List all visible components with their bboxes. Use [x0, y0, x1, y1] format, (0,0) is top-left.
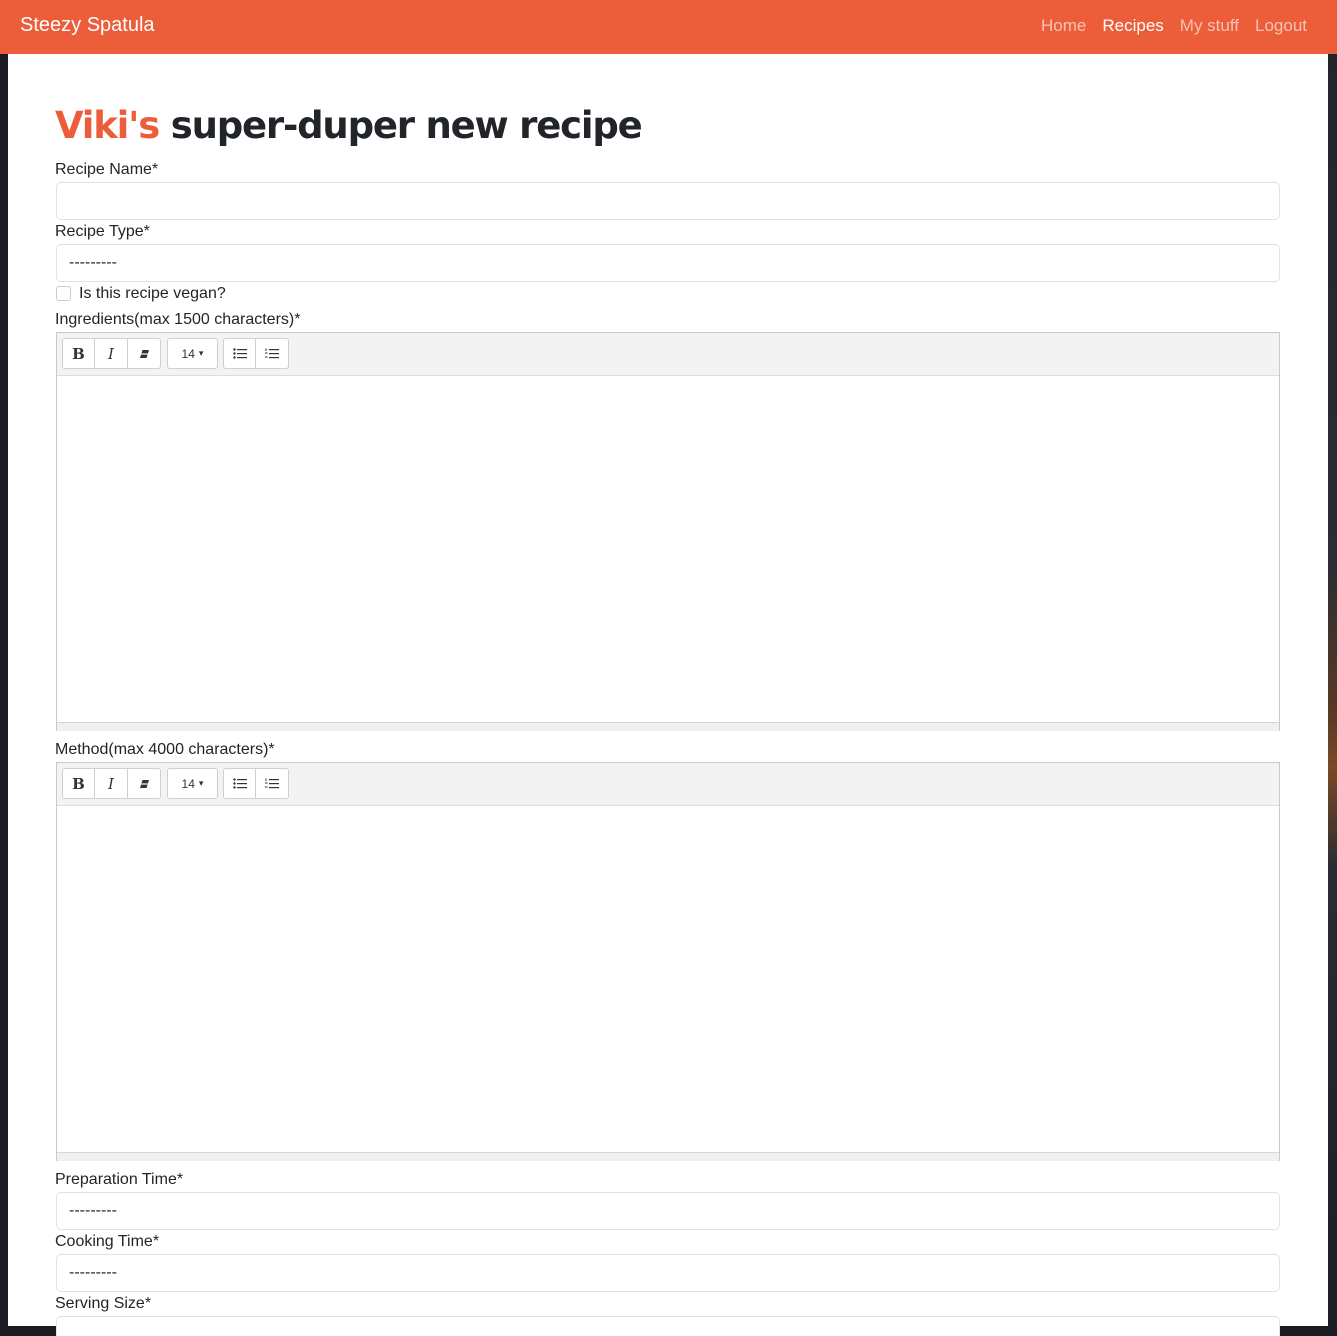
recipe-name-input[interactable]: [56, 182, 1280, 220]
font-size-group: 14 ▾: [167, 768, 218, 799]
nav-recipes[interactable]: Recipes: [1102, 16, 1163, 36]
ordered-list-button[interactable]: [256, 338, 289, 369]
cook-time-select[interactable]: ---------: [56, 1254, 1280, 1292]
font-size-value: 14: [181, 776, 195, 791]
ordered-list-button[interactable]: [256, 768, 289, 799]
eraser-icon: [139, 349, 149, 358]
chevron-down-icon: ▾: [198, 778, 204, 788]
font-size-group: 14 ▾: [167, 338, 218, 369]
italic-icon: I: [108, 344, 114, 363]
brand-link[interactable]: Steezy Spatula: [20, 14, 155, 37]
ingredients-label: Ingredients(max 1500 characters)*: [55, 311, 301, 328]
unordered-list-icon: [232, 778, 247, 789]
font-size-dropdown[interactable]: 14 ▾: [167, 768, 218, 799]
chevron-down-icon: ▾: [198, 348, 204, 358]
format-button-group: B I: [62, 338, 161, 369]
italic-button[interactable]: I: [95, 338, 128, 369]
recipe-type-label: Recipe Type*: [55, 223, 150, 240]
method-label: Method(max 4000 characters)*: [55, 741, 275, 758]
method-edit-area[interactable]: [57, 806, 1279, 1152]
font-size-dropdown[interactable]: 14 ▾: [167, 338, 218, 369]
ordered-list-icon: [265, 778, 279, 789]
vegan-label: Is this recipe vegan?: [79, 285, 226, 302]
navbar: Steezy Spatula Home Recipes My stuff Log…: [0, 0, 1337, 54]
method-toolbar: B I 14 ▾: [57, 763, 1279, 806]
page-title: Viki's super-duper new recipe: [55, 104, 643, 147]
clear-format-button[interactable]: [128, 768, 161, 799]
serving-size-label: Serving Size*: [55, 1295, 152, 1312]
ingredients-toolbar: B I 14 ▾: [57, 333, 1279, 376]
main-container: Viki's super-duper new recipe Recipe Nam…: [8, 54, 1328, 1336]
cook-time-label: Cooking Time*: [55, 1233, 160, 1250]
unordered-list-icon: [232, 348, 247, 359]
clear-format-button[interactable]: [128, 338, 161, 369]
page-title-username: Viki's: [55, 104, 160, 147]
unordered-list-button[interactable]: [223, 768, 256, 799]
method-editor: B I 14 ▾: [56, 762, 1280, 1161]
eraser-icon: [139, 779, 149, 788]
italic-icon: I: [108, 774, 114, 793]
list-button-group: [223, 338, 289, 369]
ordered-list-icon: [265, 348, 279, 359]
nav-links: Home Recipes My stuff Logout: [1041, 16, 1307, 36]
unordered-list-button[interactable]: [223, 338, 256, 369]
format-button-group: B I: [62, 768, 161, 799]
nav-logout[interactable]: Logout: [1255, 16, 1307, 36]
bold-button[interactable]: B: [62, 338, 95, 369]
nav-home[interactable]: Home: [1041, 16, 1086, 36]
ingredients-edit-area[interactable]: [57, 376, 1279, 722]
italic-button[interactable]: I: [95, 768, 128, 799]
ingredients-resize-bar[interactable]: [57, 722, 1279, 731]
serving-size-select[interactable]: [56, 1316, 1280, 1336]
prep-time-label: Preparation Time*: [55, 1171, 184, 1188]
vegan-checkbox[interactable]: [56, 286, 71, 301]
page-title-rest: super-duper new recipe: [159, 104, 643, 147]
bold-button[interactable]: B: [62, 768, 95, 799]
background-image-edge: [1328, 54, 1337, 1326]
prep-time-select[interactable]: ---------: [56, 1192, 1280, 1230]
nav-my-stuff[interactable]: My stuff: [1180, 16, 1239, 36]
method-resize-bar[interactable]: [57, 1152, 1279, 1161]
ingredients-editor: B I 14 ▾: [56, 332, 1280, 731]
recipe-name-label: Recipe Name*: [55, 161, 159, 178]
recipe-type-select[interactable]: ---------: [56, 244, 1280, 282]
bold-icon: B: [72, 774, 85, 793]
font-size-value: 14: [181, 346, 195, 361]
list-button-group: [223, 768, 289, 799]
bold-icon: B: [72, 344, 85, 363]
